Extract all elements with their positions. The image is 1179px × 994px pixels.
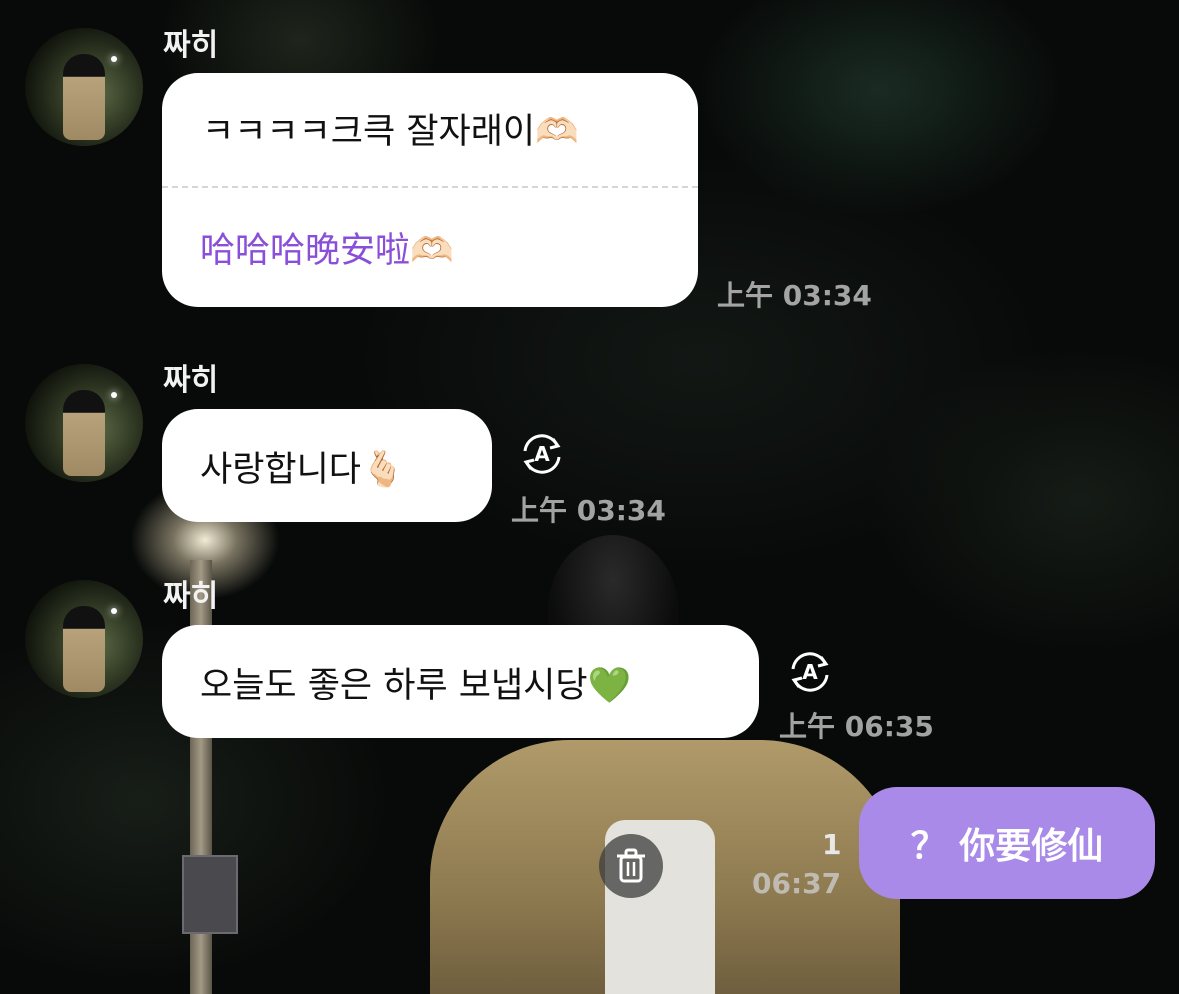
- avatar-figure: [63, 390, 105, 476]
- sender-avatar[interactable]: [25, 580, 143, 698]
- sender-name: 짜히: [163, 579, 219, 614]
- avatar-figure: [63, 606, 105, 692]
- auto-translate-icon[interactable]: A: [517, 429, 567, 479]
- sender-avatar[interactable]: [25, 28, 143, 146]
- sender-avatar[interactable]: [25, 364, 143, 482]
- svg-text:A: A: [534, 442, 550, 466]
- message-bubble[interactable]: 사랑합니다🫰🏻: [162, 409, 492, 522]
- auto-translate-icon[interactable]: A: [785, 647, 835, 697]
- sender-name: 짜히: [163, 28, 219, 63]
- outgoing-message-time: 06:37: [752, 867, 842, 900]
- svg-text:A: A: [802, 660, 818, 684]
- unread-count: 1: [822, 828, 842, 861]
- message-bubble[interactable]: ㅋㅋㅋㅋ크큭 잘자래이🫶🏻 哈哈哈晚安啦🫶🏻: [162, 73, 698, 307]
- message-time: 上午 03:34: [717, 279, 872, 312]
- message-text: 사랑합니다🫰🏻: [200, 450, 405, 490]
- avatar-light: [111, 392, 117, 398]
- outgoing-message-text: ？ 你要修仙: [910, 826, 1104, 867]
- trash-icon[interactable]: [599, 834, 663, 898]
- message-time: 上午 06:35: [779, 710, 934, 743]
- sender-name: 짜히: [163, 363, 219, 398]
- avatar-light: [111, 56, 117, 62]
- avatar-figure: [63, 54, 105, 140]
- translation-text: 哈哈哈晚安啦🫶🏻: [200, 231, 454, 271]
- message-time: 上午 03:34: [511, 494, 666, 527]
- message-text: ㅋㅋㅋㅋ크큭 잘자래이🫶🏻: [202, 112, 579, 152]
- outgoing-message-bubble[interactable]: ？ 你要修仙: [859, 787, 1155, 899]
- lamp-sign: [182, 855, 238, 934]
- avatar-light: [111, 608, 117, 614]
- message-text: 오늘도 좋은 하루 보냅시당💚: [200, 666, 632, 706]
- message-bubble[interactable]: 오늘도 좋은 하루 보냅시당💚: [162, 625, 759, 738]
